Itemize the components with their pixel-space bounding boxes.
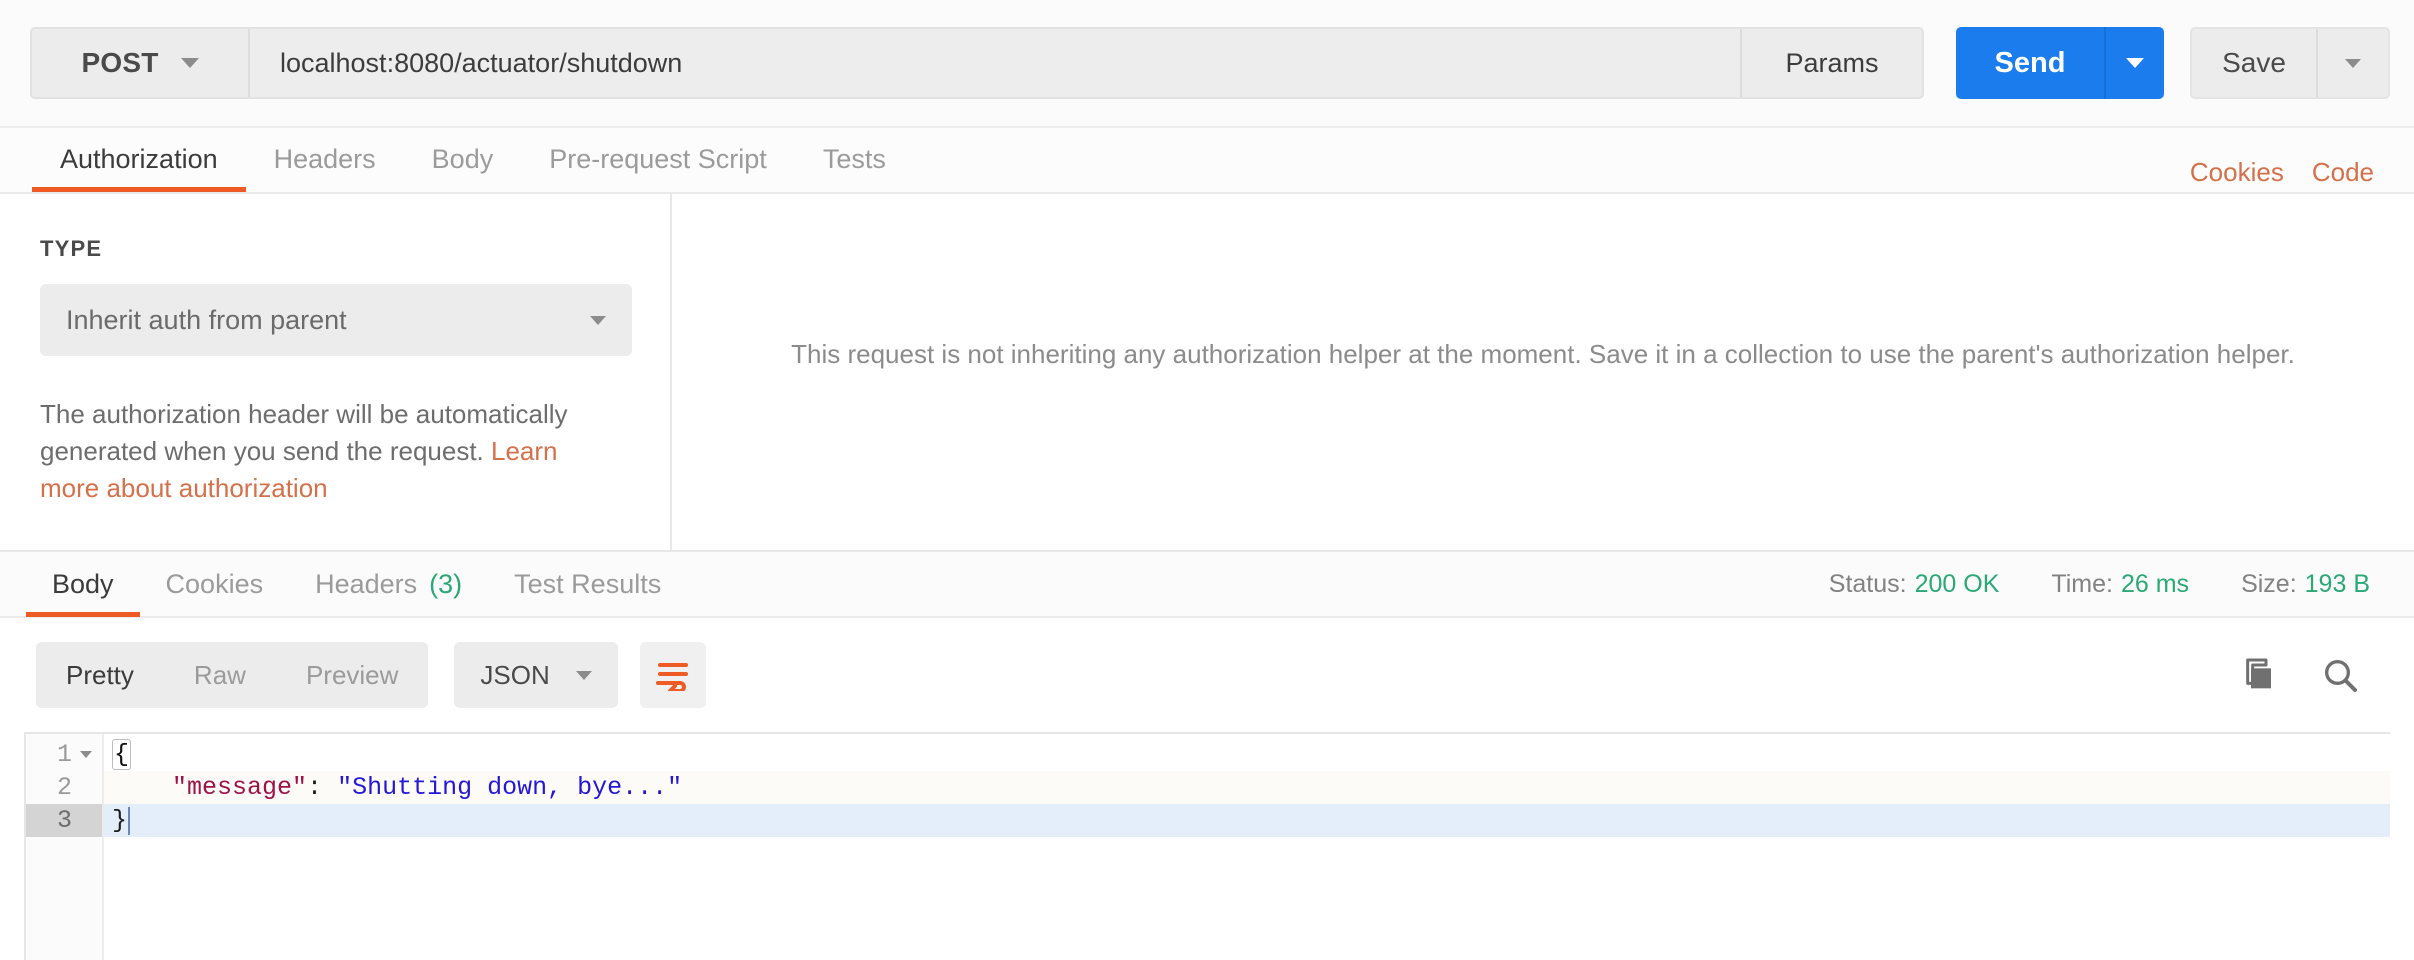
tab-tests[interactable]: Tests — [795, 126, 914, 192]
text-cursor — [128, 806, 131, 835]
auth-type-label: TYPE — [40, 236, 103, 261]
response-tab-bar: Body Cookies Headers (3) Test Results St… — [0, 552, 2414, 618]
line-number-row: 3 — [26, 804, 102, 837]
code-link[interactable]: Code — [2312, 157, 2374, 188]
wrap-lines-button[interactable] — [639, 642, 706, 708]
size-label: Size: — [2241, 569, 2297, 598]
code-line: "message": "Shutting down, bye..." — [104, 771, 2390, 804]
view-mode-preview[interactable]: Preview — [276, 642, 428, 708]
json-colon: : — [307, 773, 338, 802]
tab-headers[interactable]: Headers — [246, 126, 404, 192]
response-tab-test-results[interactable]: Test Results — [488, 551, 687, 617]
view-mode-raw[interactable]: Raw — [164, 642, 276, 708]
response-tab-cookies[interactable]: Cookies — [140, 551, 290, 617]
size-value: 193 B — [2304, 569, 2370, 598]
time-value: 26 ms — [2120, 569, 2190, 598]
params-button[interactable]: Params — [1742, 29, 1922, 97]
copy-button[interactable] — [2234, 653, 2278, 697]
view-mode-pretty[interactable]: Pretty — [36, 642, 164, 708]
tab-authorization[interactable]: Authorization — [32, 126, 246, 192]
http-method-dropdown[interactable]: POST — [32, 29, 250, 97]
line-number: 3 — [56, 806, 72, 835]
auth-inherit-message: This request is not inheriting any autho… — [791, 339, 2295, 369]
request-tab-bar: Authorization Headers Body Pre-request S… — [0, 128, 2414, 194]
line-number: 2 — [56, 773, 72, 802]
auth-description-text: The authorization header will be automat… — [40, 399, 568, 466]
http-method-label: POST — [81, 47, 159, 78]
response-tab-body-label: Body — [52, 568, 114, 599]
json-open-brace: { — [112, 739, 132, 770]
json-string-value: "Shutting down, bye..." — [337, 773, 683, 802]
response-language-dropdown[interactable]: JSON — [454, 642, 618, 708]
copy-icon — [2246, 658, 2271, 689]
code-line: } — [104, 804, 2390, 837]
response-view-mode-group: Pretty Raw Preview — [36, 642, 429, 708]
request-url-input[interactable]: localhost:8080/actuator/shutdown — [250, 29, 1742, 97]
response-language-value: JSON — [480, 659, 550, 690]
request-tab-bar-links: Cookies Code — [2190, 157, 2414, 192]
fold-toggle-icon[interactable] — [80, 751, 92, 758]
json-close-brace: } — [112, 806, 128, 835]
response-tab-cookies-label: Cookies — [165, 568, 264, 599]
auth-type-dropdown[interactable]: Inherit auth from parent — [40, 284, 632, 356]
method-url-group: POST localhost:8080/actuator/shutdown Pa… — [30, 27, 1924, 99]
send-options-button[interactable] — [2104, 27, 2164, 99]
editor-code-area[interactable]: { "message": "Shutting down, bye..." } — [104, 734, 2390, 960]
response-toolbar-actions — [2234, 653, 2414, 697]
tab-pre-request-script[interactable]: Pre-request Script — [521, 126, 795, 192]
send-button-group: Send — [1956, 27, 2164, 99]
search-button[interactable] — [2318, 653, 2362, 697]
response-meta: Status: 200 OK Time: 26 ms Size: 193 B — [1829, 570, 2414, 599]
status-meta: Status: 200 OK — [1829, 570, 2000, 599]
authorization-panel: TYPE Inherit auth from parent The author… — [0, 194, 2414, 552]
cookies-link[interactable]: Cookies — [2190, 157, 2284, 188]
response-tab-test-results-label: Test Results — [514, 568, 662, 599]
size-meta: Size: 193 B — [2241, 570, 2370, 599]
postman-window: POST localhost:8080/actuator/shutdown Pa… — [0, 0, 2414, 960]
search-icon — [2325, 660, 2357, 692]
time-meta: Time: 26 ms — [2051, 570, 2189, 599]
wrap-lines-icon — [655, 663, 688, 691]
tab-body[interactable]: Body — [404, 126, 522, 192]
response-tab-body[interactable]: Body — [26, 551, 140, 617]
chevron-down-icon — [590, 315, 606, 325]
response-tab-headers-label: Headers — [315, 568, 418, 599]
line-number: 1 — [56, 740, 72, 769]
chevron-down-icon — [2126, 58, 2144, 68]
authorization-type-column: TYPE Inherit auth from parent The author… — [0, 194, 672, 550]
line-number-row: 2 — [26, 771, 102, 804]
chevron-down-icon — [575, 670, 592, 680]
response-tab-headers[interactable]: Headers (3) — [289, 551, 488, 617]
status-value: 200 OK — [1914, 569, 2000, 598]
code-line: { — [104, 738, 2390, 771]
authorization-message-column: This request is not inheriting any autho… — [672, 194, 2414, 550]
auth-type-value: Inherit auth from parent — [66, 304, 347, 335]
save-button-group: Save — [2190, 27, 2390, 99]
save-button[interactable]: Save — [2192, 29, 2316, 97]
send-button[interactable]: Send — [1956, 27, 2104, 99]
chevron-down-icon — [180, 58, 199, 68]
request-url-bar: POST localhost:8080/actuator/shutdown Pa… — [0, 0, 2414, 128]
save-options-button[interactable] — [2316, 29, 2388, 97]
response-body-editor[interactable]: 1 2 3 { "message": "Shutting down, bye..… — [24, 732, 2390, 960]
json-key: "message" — [172, 773, 308, 802]
line-number-row: 1 — [26, 738, 102, 771]
status-label: Status: — [1828, 569, 1907, 598]
editor-line-number-gutter: 1 2 3 — [26, 734, 104, 960]
response-format-toolbar: Pretty Raw Preview JSON — [0, 618, 2414, 732]
auth-description: The authorization header will be automat… — [40, 396, 620, 507]
chevron-down-icon — [2345, 58, 2361, 68]
response-headers-count: (3) — [429, 568, 463, 599]
time-label: Time: — [2051, 569, 2113, 598]
